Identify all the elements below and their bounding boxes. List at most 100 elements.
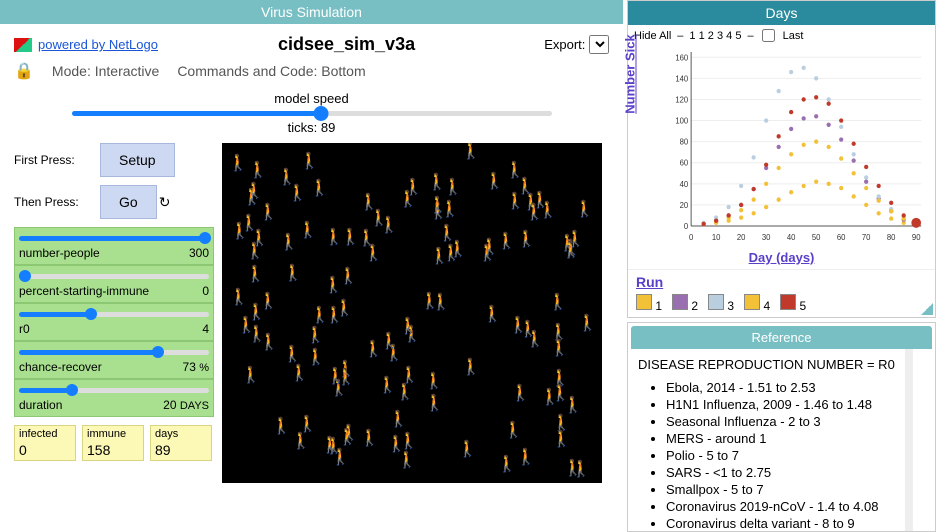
run-legend-title[interactable]: Run [636,274,927,290]
agent-person: 🚶 [480,240,500,256]
model-speed-slider[interactable] [72,106,552,120]
run-num[interactable]: 1 [699,30,708,42]
netlogo-flag-icon [14,38,32,52]
agent-person: 🚶 [389,412,409,428]
export-select[interactable]: N [589,35,609,54]
monitor-value: 89 [155,442,207,458]
agent-person: 🚶 [298,223,318,239]
resize-handle-icon[interactable] [921,303,933,315]
agent-person: 🚶 [571,462,591,478]
reference-item: Coronavirus delta variant - 8 to 9 [666,516,895,531]
agent-person: 🚶 [578,316,598,332]
agent-person: 🚶 [339,269,359,285]
legend-swatch[interactable] [672,294,688,310]
reference-item: H1N1 Influenza, 2009 - 1.46 to 1.48 [666,397,895,412]
agent-person: 🚶 [461,360,481,376]
days-chart[interactable]: 0204060801001201401600102030405060708090 [666,46,927,246]
agent-person: 🚶 [506,194,526,210]
agent-person: 🚶 [247,305,267,321]
agent-person: 🚶 [360,431,380,447]
svg-text:80: 80 [680,138,689,147]
dash2: – [747,30,753,42]
slider-value: 300 [189,246,209,260]
last-checkbox[interactable] [762,29,775,42]
reference-body[interactable]: DISEASE REPRODUCTION NUMBER = R0 Ebola, … [628,349,905,531]
monitor-value: 0 [19,442,71,458]
powered-by-link[interactable]: powered by NetLogo [14,37,158,52]
agent-person: 🚶 [239,216,259,232]
agent-person: 🚶 [561,243,581,259]
agent-person: 🚶 [504,423,524,439]
agent-person: 🚶 [428,198,448,214]
slider-name: chance-recover [19,360,102,374]
run-num[interactable]: 2 [708,30,717,42]
setup-button[interactable]: Setup [100,143,175,177]
y-axis-title[interactable]: Number Sick [623,34,638,113]
run-num[interactable]: 4 [726,30,735,42]
svg-text:160: 160 [675,53,689,62]
slider-duration[interactable]: duration20 DAYS [14,379,214,417]
agent-person: 🚶 [310,308,330,324]
agent-person: 🚶 [395,385,415,401]
reference-item: Ebola, 2014 - 1.51 to 2.53 [666,380,895,395]
svg-text:20: 20 [737,233,746,242]
slider-name: r0 [19,322,30,336]
agent-person: 🚶 [551,416,571,432]
slider-unit: DAYS [180,400,209,412]
reference-card: Reference DISEASE REPRODUCTION NUMBER = … [627,322,936,532]
agent-person: 🚶 [424,374,444,390]
legend-swatch[interactable] [780,294,796,310]
reference-item: Coronavirus 2019-nCoV - 1.4 to 4.08 [666,499,895,514]
run-num[interactable]: 5 [735,30,741,42]
ticks-label: ticks: 89 [0,120,623,135]
slider-value: 0 [202,284,209,298]
slider-percent-starting-immune[interactable]: percent-starting-immune0 [14,265,214,303]
chart-run-controls[interactable]: Hide All – 1 1 2 3 4 5 – Last [628,25,935,46]
reference-scrollbar[interactable] [905,349,913,531]
agent-person: 🚶 [497,457,517,473]
agent-person: 🚶 [511,386,531,402]
sim-title-bar: Virus Simulation [0,0,623,24]
monitor-immune: immune158 [82,425,144,461]
agent-person: 🚶 [298,417,318,433]
svg-text:20: 20 [680,201,689,210]
agent-person: 🚶 [516,450,536,466]
svg-text:50: 50 [812,233,821,242]
legend-swatch[interactable] [636,294,652,310]
slider-value: 73 [183,360,196,374]
svg-text:60: 60 [680,159,689,168]
agent-person: 🚶 [548,295,568,311]
agent-person: 🚶 [245,184,265,200]
run-num[interactable]: 1 [689,30,698,42]
agent-person: 🚶 [324,230,344,246]
svg-text:100: 100 [675,116,689,125]
x-axis-title[interactable]: Day (days) [628,250,935,269]
monitor-value: 158 [87,442,139,458]
agent-person: 🚶 [241,368,261,384]
monitor-label: infected [19,428,71,440]
agent-person: 🚶 [279,235,299,251]
svg-text:10: 10 [712,233,721,242]
slider-chance-recover[interactable]: chance-recover73 % [14,341,214,379]
slider-name: duration [19,398,62,412]
agent-person: 🚶 [552,432,572,448]
legend-swatch[interactable] [744,294,760,310]
svg-text:40: 40 [787,233,796,242]
agent-person: 🚶 [525,332,545,348]
legend-swatch[interactable] [708,294,724,310]
agent-person: 🚶 [505,163,525,179]
go-button[interactable]: Go [100,185,157,219]
agent-person: 🚶 [448,242,468,258]
slider-number-people[interactable]: number-people300 [14,227,214,265]
run-num[interactable]: 3 [717,30,726,42]
export-label: Export: [544,37,585,52]
hide-all-label[interactable]: Hide All [634,30,671,42]
agent-person: 🚶 [271,419,291,435]
powered-by-text: powered by NetLogo [38,37,158,52]
legend-num: 2 [691,299,698,313]
go-loop-icon[interactable]: ↻ [159,194,171,211]
world-view[interactable]: 🚶🚶🚶🚶🚶🚶🚶🚶🚶🚶🚶🚶🚶🚶🚶🚶🚶🚶🚶🚶🚶🚶🚶🚶🚶🚶🚶🚶🚶🚶🚶🚶🚶🚶🚶🚶🚶🚶🚶🚶… [222,143,602,483]
agent-person: 🚶 [326,369,346,385]
agent-person: 🚶 [259,335,279,351]
slider-r0[interactable]: r04 [14,303,214,341]
